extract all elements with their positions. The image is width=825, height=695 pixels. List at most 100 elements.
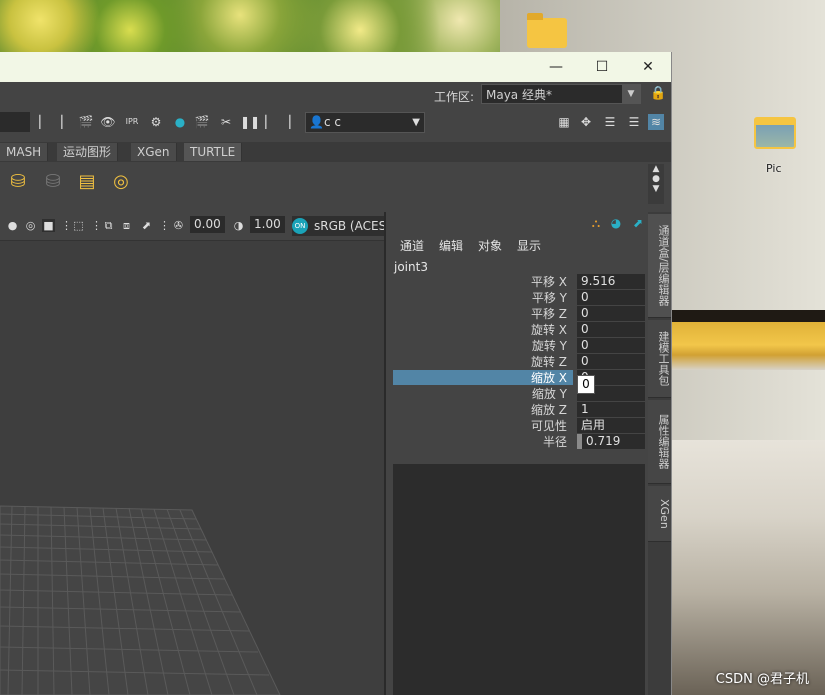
turtle-icon[interactable]: ◎ — [108, 170, 134, 194]
attr-field-translate-y[interactable]: 0 — [577, 290, 645, 305]
camera-select[interactable]: 👤 c c ▼ — [305, 112, 425, 133]
attr-label-scale-x[interactable]: 缩放 X — [400, 370, 567, 386]
render-layer-icon[interactable]: ▤ — [74, 170, 100, 194]
render-icon[interactable]: 👁 — [100, 114, 116, 130]
shelf-tab-xgen[interactable]: XGen — [131, 143, 177, 161]
user-icon: 👤 — [309, 115, 324, 129]
attr-label-rotate-y[interactable]: 旋转 Y — [400, 338, 567, 354]
isolate-icon[interactable]: ⬚ — [72, 219, 85, 232]
attribute-editor-icon[interactable]: ☰ — [602, 114, 618, 130]
folder-icon[interactable] — [527, 13, 567, 48]
separator-icon: ▏ — [289, 115, 299, 129]
watermark: CSDN @君子机 — [715, 672, 809, 687]
value-tooltip: 0 — [577, 375, 595, 394]
render-setup-icon[interactable]: 🎬 — [194, 114, 210, 130]
cb-menu-channels[interactable]: 通道 — [400, 237, 424, 254]
attr-label-translate-z[interactable]: 平移 Z — [400, 306, 567, 322]
separator-icon: ▏ — [39, 115, 49, 129]
pic-folder-label: Pic — [766, 162, 782, 175]
attr-label-scale-y[interactable]: 缩放 Y — [400, 386, 567, 402]
cb-menu-edit[interactable]: 编辑 — [439, 237, 463, 254]
minimize-button[interactable]: — — [533, 52, 579, 82]
resolution-gate-icon[interactable]: ⧉ — [102, 219, 115, 232]
separator-icon: ▏ — [265, 115, 275, 129]
pause-icon[interactable]: ❚❚ — [240, 114, 260, 130]
channel-box-options-icon[interactable]: ⛬ — [588, 215, 604, 231]
shelf-scroll[interactable]: ▲ ● ▼ — [648, 164, 664, 204]
xray-icon[interactable]: ■ — [42, 219, 55, 232]
cb-menu-object[interactable]: 对象 — [478, 237, 502, 254]
shelf-tab-motion-graphics[interactable]: 运动图形 — [57, 143, 119, 161]
gate-mask-icon[interactable]: ⧈ — [120, 219, 133, 232]
pic-folder-icon[interactable] — [754, 117, 796, 149]
bake-disabled-icon[interactable]: ⛁ — [40, 170, 66, 194]
input-field[interactable] — [0, 112, 30, 132]
attr-field-rotate-x[interactable]: 0 — [577, 322, 645, 337]
light-editor-icon[interactable]: ✂ — [218, 114, 234, 130]
wallpaper-floor — [670, 440, 825, 695]
render-view-icon[interactable]: 🎬 — [78, 114, 94, 130]
chevron-down-icon: ▼ — [412, 117, 420, 128]
wireframe-icon[interactable]: ◎ — [24, 219, 37, 232]
sidebar-toggle-icon[interactable]: ▦ — [556, 114, 572, 130]
chevron-down-icon: ▼ — [622, 85, 640, 103]
attr-label-visibility[interactable]: 可见性 — [400, 418, 567, 434]
attr-field-rotate-z[interactable]: 0 — [577, 354, 645, 369]
field-chart-icon[interactable]: ⬈ — [140, 219, 153, 232]
gamma-icon[interactable]: ◑ — [232, 219, 245, 232]
attr-field-translate-z[interactable]: 0 — [577, 306, 645, 321]
maximize-button[interactable]: ☐ — [579, 52, 625, 82]
attr-field-radius[interactable]: 0.719 — [577, 434, 645, 449]
attr-label-translate-x[interactable]: 平移 X — [400, 274, 567, 290]
viewport-panel[interactable]: ● ◎ ■ ⋮ ⬚ ⋮ ⧉ ⧈ ⬈ ⋮ ✇ 0.00 ◑ 1.00 ON sRG… — [0, 212, 386, 695]
ipr-icon[interactable]: IPR — [124, 114, 140, 130]
modeling-toolkit-icon[interactable]: ✥ — [578, 114, 594, 130]
workspace-value: Maya 经典* — [486, 88, 552, 102]
tool-settings-icon[interactable]: ☰ — [626, 114, 642, 130]
tab-channel-box-layer-editor[interactable]: 通道盒/层编辑器 — [648, 214, 671, 318]
close-button[interactable]: ✕ — [625, 52, 671, 82]
tab-xgen[interactable]: XGen — [648, 486, 671, 542]
node-name[interactable]: joint3 — [394, 260, 428, 274]
hypershade-icon[interactable]: ● — [172, 114, 188, 130]
colorspace-value: sRGB (ACES — [314, 219, 386, 233]
channel-box-icon[interactable]: ≋ — [648, 114, 664, 130]
attr-label-translate-y[interactable]: 平移 Y — [400, 290, 567, 306]
separator-icon: ⋮ — [159, 219, 170, 232]
sync-icon[interactable]: ◕ — [608, 215, 624, 231]
wallpaper-foliage — [0, 0, 500, 55]
attr-field-rotate-y[interactable]: 0 — [577, 338, 645, 353]
expand-icon[interactable]: ⬈ — [630, 215, 646, 231]
bake-icon[interactable]: ⛁ — [5, 170, 31, 194]
separator-icon: ▏ — [61, 115, 71, 129]
tab-attribute-editor[interactable]: 属性编辑器 — [648, 400, 671, 484]
cb-menu-show[interactable]: 显示 — [517, 237, 541, 254]
camera-select-value: c c — [324, 115, 342, 129]
attr-label-rotate-x[interactable]: 旋转 X — [400, 322, 567, 338]
colorspace-field[interactable]: ON sRGB (ACES — [292, 216, 386, 236]
tab-modeling-toolkit[interactable]: 建模工具包 — [648, 320, 671, 398]
viewport-grid — [0, 505, 281, 695]
shelf-tab-turtle[interactable]: TURTLE — [184, 143, 243, 161]
attr-label-rotate-z[interactable]: 旋转 Z — [400, 354, 567, 370]
lock-icon[interactable]: 🔒 — [650, 86, 666, 102]
render-settings-icon[interactable]: ⚙ — [148, 114, 164, 130]
layer-editor-area — [393, 464, 645, 695]
attr-label-scale-z[interactable]: 缩放 Z — [400, 402, 567, 418]
gamma-field[interactable]: 1.00 — [250, 216, 285, 233]
wallpaper-strip — [670, 310, 825, 370]
exposure-icon[interactable]: ✇ — [172, 219, 185, 232]
attr-field-scale-z[interactable]: 1 — [577, 402, 645, 417]
attr-field-visibility[interactable]: 启用 — [577, 418, 645, 433]
shelf — [0, 162, 671, 208]
attr-label-radius[interactable]: 半径 — [400, 434, 567, 450]
color-management-toggle[interactable]: ON — [292, 218, 308, 234]
viewport-toolbar: ● ◎ ■ ⋮ ⬚ ⋮ ⧉ ⧈ ⬈ ⋮ ✇ 0.00 ◑ 1.00 ON sRG… — [0, 212, 384, 241]
exposure-field[interactable]: 0.00 — [190, 216, 225, 233]
workspace-select[interactable]: Maya 经典* ▼ — [481, 84, 641, 104]
maya-window: — ☐ ✕ 工作区: Maya 经典* ▼ 🔒 ▏ ▏ 🎬 👁 IPR ⚙ ● … — [0, 52, 672, 695]
workspace-label: 工作区: — [434, 90, 475, 104]
shelf-tab-mash[interactable]: MASH — [0, 143, 49, 161]
attr-field-translate-x[interactable]: 9.516 — [577, 274, 645, 289]
shading-icon[interactable]: ● — [6, 219, 19, 232]
